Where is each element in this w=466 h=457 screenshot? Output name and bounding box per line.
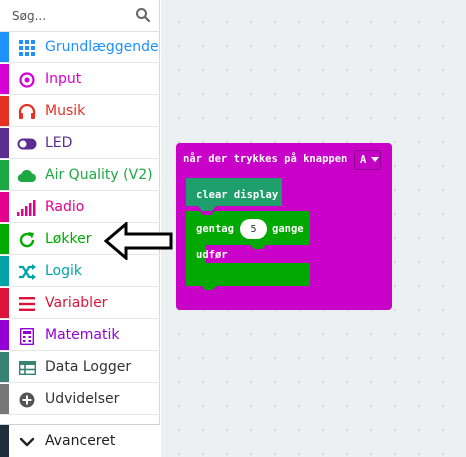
headphones-icon [17, 102, 37, 122]
lines-icon [17, 294, 37, 314]
repeat-times-label: gange [272, 223, 304, 235]
category-music[interactable]: Musik [0, 96, 160, 127]
category-color-bar [0, 192, 9, 222]
refresh-icon [17, 230, 37, 250]
target-icon [17, 70, 37, 90]
category-label: Grundlæggende [45, 39, 159, 55]
search-icon[interactable] [135, 7, 151, 23]
pointer-arrow-icon [104, 222, 173, 260]
category-math[interactable]: Matematik [0, 320, 160, 351]
category-color-bar [0, 384, 9, 414]
chevron-down-icon [19, 437, 35, 447]
category-basic[interactable]: Grundlæggende [0, 32, 160, 63]
calculator-icon [17, 326, 37, 346]
clear-display-block[interactable]: clear display [196, 189, 278, 201]
cloud-icon [17, 166, 37, 186]
category-label: Data Logger [45, 359, 132, 375]
category-label: Logik [45, 263, 83, 279]
category-color-bar [0, 425, 9, 457]
category-color-bar [0, 256, 9, 286]
category-color-bar [0, 320, 9, 350]
category-led[interactable]: LED [0, 128, 160, 159]
category-color-bar [0, 160, 9, 190]
category-color-bar [0, 224, 9, 254]
plus-circle-icon [17, 390, 37, 410]
event-block-label: når der trykkes på knappen [183, 153, 348, 165]
search-bar [0, 0, 160, 32]
category-color-bar [0, 288, 9, 318]
category-air-quality[interactable]: Air Quality (V2) [0, 160, 160, 191]
category-label: Udvidelser [45, 391, 120, 407]
advanced-label: Avanceret [45, 433, 116, 449]
category-input[interactable]: Input [0, 64, 160, 95]
category-logic[interactable]: Logik [0, 256, 160, 287]
button-dropdown-value: A [360, 154, 367, 166]
repeat-do-label: udfør [196, 249, 228, 261]
category-label: Variabler [45, 295, 108, 311]
table-icon [17, 358, 37, 378]
shuffle-icon [17, 262, 37, 282]
category-color-bar [0, 352, 9, 382]
repeat-count-input[interactable]: 5 [240, 219, 267, 239]
category-extensions[interactable]: Udvidelser [0, 384, 160, 415]
search-input[interactable] [4, 4, 132, 28]
toggle-icon [17, 134, 37, 154]
category-color-bar [0, 32, 9, 62]
category-color-bar [0, 64, 9, 94]
category-label: Air Quality (V2) [45, 167, 153, 183]
repeat-label: gentag [196, 223, 234, 235]
category-color-bar [0, 128, 9, 158]
advanced-toggle[interactable]: Avanceret [0, 424, 160, 457]
category-label: Radio [45, 199, 85, 215]
category-variables[interactable]: Variabler [0, 288, 160, 319]
signal-bars-icon [17, 198, 37, 218]
category-radio[interactable]: Radio [0, 192, 160, 223]
category-color-bar [0, 96, 9, 126]
category-label: Løkker [45, 231, 92, 247]
grid-icon [17, 38, 37, 58]
category-label: Musik [45, 103, 86, 119]
category-label: Input [45, 71, 82, 87]
category-label: LED [45, 135, 73, 151]
category-data-logger[interactable]: Data Logger [0, 352, 160, 383]
category-label: Matematik [45, 327, 120, 343]
caret-down-icon [371, 157, 379, 162]
